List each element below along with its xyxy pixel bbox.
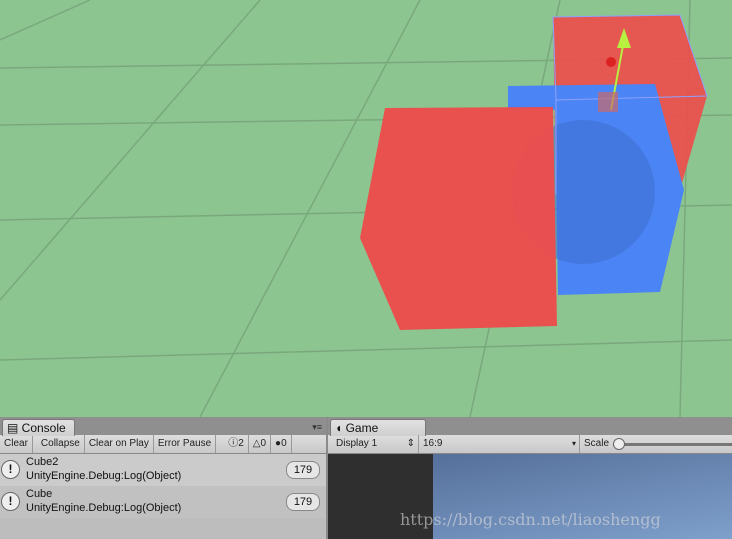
tab-game[interactable]: ◖ Game (330, 419, 426, 436)
log-count: 2 (238, 438, 244, 449)
scale-slider[interactable] (613, 437, 732, 450)
game-tab-label: Game (345, 421, 379, 435)
game-icon: ◖ (335, 421, 346, 435)
slider-thumb[interactable] (613, 437, 626, 450)
warning-toggle[interactable]: △0 (249, 435, 272, 453)
display-value: Display 1 (336, 438, 378, 449)
warning-count: 0 (260, 438, 267, 449)
scene-view[interactable] (0, 0, 732, 417)
info-icon: ! (1, 492, 20, 511)
log-count-badge: 179 (286, 493, 320, 511)
display-select[interactable]: Display 1 ⇕ (332, 435, 419, 453)
log-count-badge: 179 (286, 461, 320, 479)
console-icon: ▤ (7, 421, 22, 435)
log-detail: UnityEngine.Debug:Log(Object) (26, 502, 182, 514)
aspect-value: 16:9 (423, 438, 443, 449)
updown-icon: ⇕ (406, 438, 415, 449)
scale-label: Scale (584, 438, 610, 449)
collapse-button[interactable]: Collapse (37, 435, 85, 453)
info-icon: ⓘ (228, 438, 239, 449)
log-entry[interactable]: ! Cube2 UnityEngine.Debug:Log(Object) 17… (0, 454, 326, 486)
log-title: Cube (26, 488, 53, 500)
log-title: Cube2 (26, 456, 59, 468)
watermark: https://blog.csdn.net/liaoshengg (400, 510, 661, 529)
chevron-down-icon: ▾ (571, 439, 576, 448)
tab-console[interactable]: ▤ Console (2, 419, 75, 436)
clear-button[interactable]: Clear (0, 435, 33, 453)
panel-menu-icon[interactable]: ▾≡ (312, 422, 322, 433)
error-pause-button[interactable]: Error Pause (154, 435, 217, 453)
log-detail: UnityEngine.Debug:Log(Object) (26, 470, 182, 482)
error-toggle[interactable]: ●0 (271, 435, 292, 453)
aspect-select[interactable]: 16:9 ▾ (419, 435, 580, 453)
log-entry[interactable]: ! Cube UnityEngine.Debug:Log(Object) 179 (0, 486, 326, 518)
clear-on-play-button[interactable]: Clear on Play (85, 435, 154, 453)
log-toggle[interactable]: ⓘ2 (224, 435, 249, 453)
console-panel: ▤ Console ▾≡ Clear Collapse Clear on Play… (0, 417, 326, 539)
console-tab-label: Console (21, 421, 66, 435)
gizmo-center[interactable] (598, 92, 618, 112)
error-count: 0 (281, 438, 287, 449)
z-axis-gizmo[interactable] (606, 57, 616, 67)
info-icon: ! (1, 460, 20, 479)
red-cube-front[interactable] (360, 107, 557, 330)
